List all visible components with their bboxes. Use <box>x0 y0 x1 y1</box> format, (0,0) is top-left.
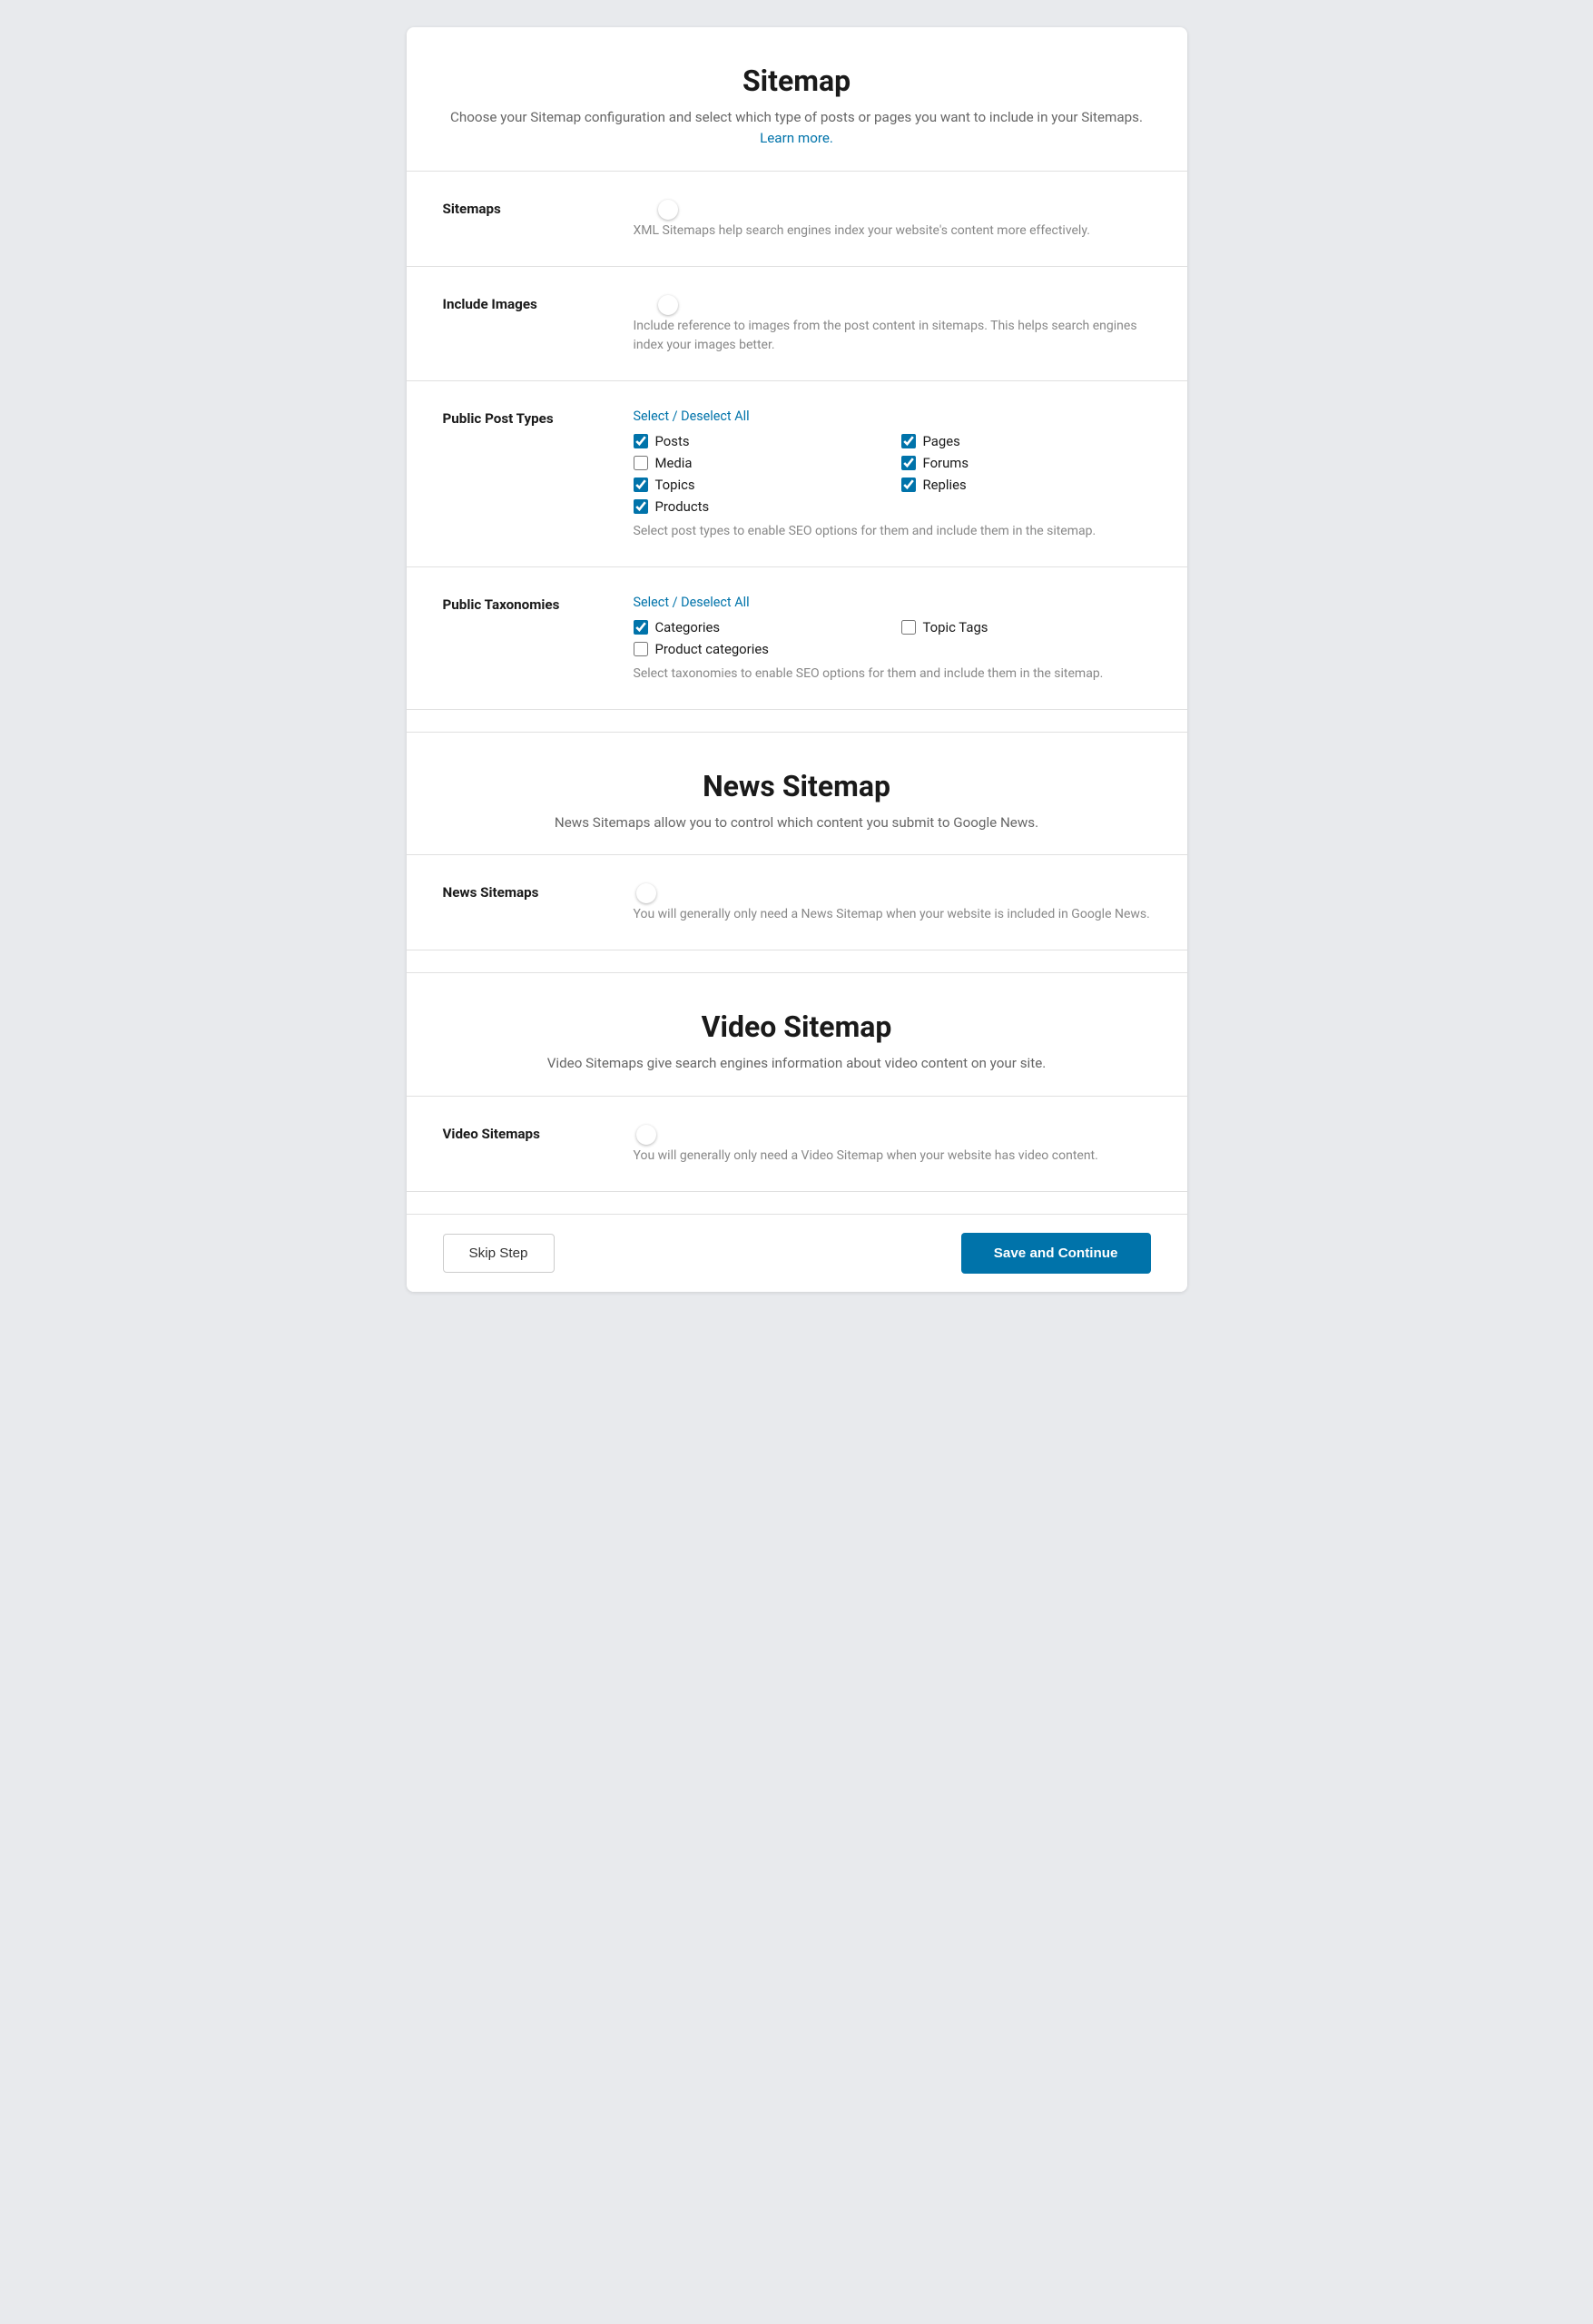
skip-step-button[interactable]: Skip Step <box>443 1234 555 1273</box>
gap-footer <box>407 1192 1187 1214</box>
news-toggle-thumb <box>636 883 656 903</box>
toggle-on-icon: | <box>641 202 644 212</box>
checkbox-product-categories[interactable]: Product categories <box>634 641 883 657</box>
news-sitemaps-description: You will generally only need a News Site… <box>634 905 1151 924</box>
checkbox-media[interactable]: Media <box>634 455 883 471</box>
taxonomies-checkbox-grid: Categories Topic Tags Product categories <box>634 619 1151 657</box>
post-types-checkbox-grid: Posts Pages Media Forums Topics Replies <box>634 433 1151 515</box>
post-types-select-all-link[interactable]: Select / Deselect All <box>634 409 750 424</box>
video-sitemap-section-header: Video Sitemap Video Sitemaps give search… <box>407 973 1187 1096</box>
news-sitemap-title: News Sitemap <box>443 769 1151 803</box>
taxonomies-description: Select taxonomies to enable SEO options … <box>634 665 1151 684</box>
video-sitemaps-label: Video Sitemaps <box>443 1122 606 1142</box>
include-images-label: Include Images <box>443 292 606 312</box>
checkbox-topics[interactable]: Topics <box>634 477 883 493</box>
include-images-description: Include reference to images from the pos… <box>634 317 1151 355</box>
learn-more-link[interactable]: Learn more. <box>760 130 833 146</box>
taxonomies-select-all-link[interactable]: Select / Deselect All <box>634 595 750 610</box>
row-sitemaps: Sitemaps | XML Sitemaps help search engi… <box>407 172 1187 267</box>
news-sitemap-section-header: News Sitemap News Sitemaps allow you to … <box>407 733 1187 855</box>
footer: Skip Step Save and Continue <box>407 1214 1187 1292</box>
video-toggle-thumb <box>636 1125 656 1145</box>
row-video-sitemaps: Video Sitemaps You will generally only n… <box>407 1097 1187 1192</box>
checkbox-pages[interactable]: Pages <box>901 433 1151 449</box>
row-include-images: Include Images | Include reference to im… <box>407 267 1187 381</box>
row-public-taxonomies: Public Taxonomies Select / Deselect All … <box>407 567 1187 710</box>
video-sitemap-title: Video Sitemap <box>443 1009 1151 1044</box>
sitemap-section-header: Sitemap Choose your Sitemap configuratio… <box>407 27 1187 171</box>
gap-news <box>407 710 1187 732</box>
save-continue-button[interactable]: Save and Continue <box>961 1233 1151 1274</box>
public-taxonomies-label: Public Taxonomies <box>443 593 606 613</box>
sitemaps-label: Sitemaps <box>443 197 606 217</box>
news-sitemaps-label: News Sitemaps <box>443 881 606 901</box>
row-public-post-types: Public Post Types Select / Deselect All … <box>407 381 1187 567</box>
news-sitemap-description: News Sitemaps allow you to control which… <box>443 812 1151 833</box>
public-post-types-label: Public Post Types <box>443 407 606 427</box>
news-sitemaps-content: You will generally only need a News Site… <box>634 881 1151 924</box>
sitemap-description: Choose your Sitemap configuration and se… <box>443 107 1151 149</box>
checkbox-replies[interactable]: Replies <box>901 477 1151 493</box>
main-card: Sitemap Choose your Sitemap configuratio… <box>407 27 1187 1292</box>
gap-video <box>407 950 1187 972</box>
include-images-content: | Include reference to images from the p… <box>634 292 1151 355</box>
checkbox-forums[interactable]: Forums <box>901 455 1151 471</box>
sitemaps-content: | XML Sitemaps help search engines index… <box>634 197 1151 241</box>
public-taxonomies-content: Select / Deselect All Categories Topic T… <box>634 593 1151 684</box>
include-images-toggle-thumb <box>658 295 678 315</box>
include-images-toggle-icon: | <box>641 298 644 308</box>
sitemap-title: Sitemap <box>443 64 1151 98</box>
public-post-types-content: Select / Deselect All Posts Pages Media … <box>634 407 1151 541</box>
checkbox-products[interactable]: Products <box>634 498 883 515</box>
sitemaps-description: XML Sitemaps help search engines index y… <box>634 222 1151 241</box>
checkbox-topic-tags[interactable]: Topic Tags <box>901 619 1151 635</box>
post-types-description: Select post types to enable SEO options … <box>634 522 1151 541</box>
video-sitemaps-description: You will generally only need a Video Sit… <box>634 1147 1151 1166</box>
video-sitemaps-content: You will generally only need a Video Sit… <box>634 1122 1151 1166</box>
checkbox-categories[interactable]: Categories <box>634 619 883 635</box>
checkbox-posts[interactable]: Posts <box>634 433 883 449</box>
row-news-sitemaps: News Sitemaps You will generally only ne… <box>407 855 1187 950</box>
sitemaps-toggle-thumb <box>658 200 678 220</box>
video-sitemap-description: Video Sitemaps give search engines infor… <box>443 1053 1151 1074</box>
